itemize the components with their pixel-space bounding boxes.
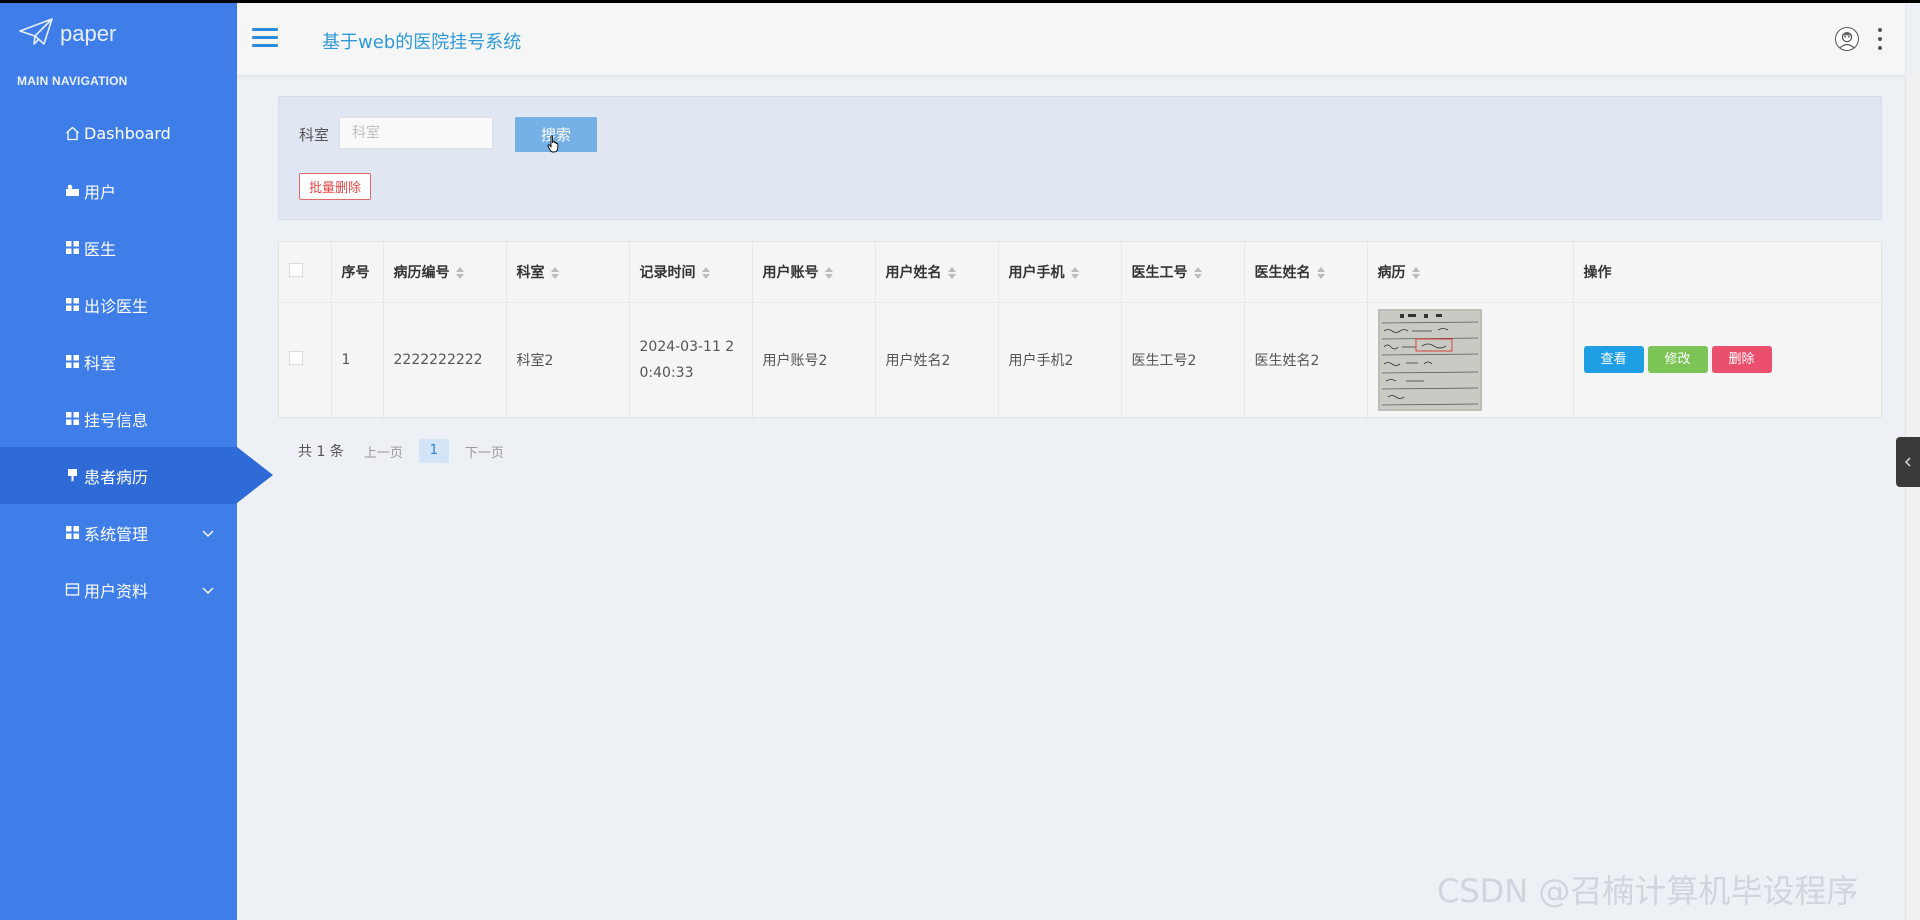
- sort-icon[interactable]: [947, 266, 956, 280]
- records-table: 序号 病历编号 科室 记录时间 用户账号 用户姓名 用户手机 医生工号 医生姓名…: [278, 241, 1882, 418]
- cell-actions: 查看 修改 删除: [1573, 302, 1881, 417]
- paper-plane-icon: [18, 17, 54, 51]
- batch-delete-button[interactable]: 批量删除: [299, 173, 372, 200]
- grid-icon: [65, 297, 80, 312]
- search-panel: 科室 搜索 批量删除: [278, 96, 1882, 220]
- cell-phone: 用户手机2: [998, 302, 1122, 417]
- column-header: 序号: [331, 242, 384, 303]
- menu-toggle-icon[interactable]: [252, 28, 278, 48]
- select-all-checkbox[interactable]: [289, 262, 303, 277]
- table-header-row: 序号 病历编号 科室 记录时间 用户账号 用户姓名 用户手机 医生工号 医生姓名…: [279, 242, 1881, 303]
- user-card-icon: [65, 183, 80, 198]
- sort-icon[interactable]: [550, 266, 559, 280]
- sort-icon[interactable]: [1070, 266, 1079, 280]
- grid-icon: [65, 411, 80, 426]
- row-checkbox[interactable]: [289, 350, 303, 365]
- edit-button[interactable]: 修改: [1647, 346, 1708, 374]
- prev-page-button[interactable]: 上一页: [364, 442, 403, 461]
- cell-index: 1: [331, 302, 384, 417]
- sidebar-item-label: 系统管理: [84, 524, 149, 544]
- department-label: 科室: [299, 126, 330, 144]
- pagination-total: 共 1 条: [298, 444, 344, 460]
- column-header-sortable[interactable]: 用户手机: [998, 242, 1122, 303]
- sidebar-item-user-profile[interactable]: 用户资料: [0, 561, 237, 618]
- nav-header: MAIN NAVIGATION: [17, 74, 128, 88]
- sidebar-item-label: 用户: [84, 182, 117, 202]
- sidebar-item-label: 用户资料: [84, 581, 149, 601]
- column-header-sortable[interactable]: 用户账号: [752, 242, 876, 303]
- sort-icon[interactable]: [824, 266, 833, 280]
- sidebar-item-visiting-doctors[interactable]: 出诊医生: [0, 276, 237, 333]
- watermark: CSDN @召楠计算机毕设程序: [1437, 872, 1859, 910]
- chevron-left-icon: [1903, 453, 1913, 472]
- sidebar-item-departments[interactable]: 科室: [0, 333, 237, 390]
- column-header-sortable[interactable]: 病历编号: [383, 242, 507, 303]
- column-header-sortable[interactable]: 医生姓名: [1244, 242, 1368, 303]
- cell-doctor-name: 医生姓名2: [1244, 302, 1368, 417]
- cell-user-name: 用户姓名2: [875, 302, 999, 417]
- form-icon: [65, 582, 80, 597]
- column-header-sortable[interactable]: 记录时间: [629, 242, 753, 303]
- department-search-input[interactable]: [339, 117, 493, 149]
- main-nav: Dashboard 用户 医生 出诊医生 科室 挂号信息 患者病历 系统管理 用…: [0, 105, 273, 618]
- sidebar-item-users[interactable]: 用户: [0, 162, 237, 219]
- avatar[interactable]: [1835, 27, 1859, 51]
- more-vertical-icon[interactable]: [1877, 28, 1883, 50]
- bookmark-icon: [65, 468, 80, 483]
- column-header: 操作: [1573, 242, 1881, 303]
- chevron-down-icon: [201, 582, 215, 596]
- hand-cursor-icon: [547, 135, 561, 153]
- page-title: 基于web的医院挂号系统: [322, 32, 522, 53]
- grid-icon: [65, 525, 80, 540]
- sidebar-item-label: Dashboard: [84, 124, 171, 143]
- home-icon: [65, 126, 80, 141]
- sidebar-item-label: 医生: [84, 239, 117, 259]
- brand-logo[interactable]: paper: [18, 17, 116, 51]
- table-row: 1 2222222222 科室2 2024-03-11 20:40:33 用户账…: [279, 302, 1881, 417]
- sidebar-item-dashboard[interactable]: Dashboard: [0, 105, 237, 162]
- sort-icon[interactable]: [1193, 266, 1202, 280]
- sidebar-item-doctors[interactable]: 医生: [0, 219, 237, 276]
- sidebar-item-medical-records[interactable]: 患者病历: [0, 447, 273, 504]
- sort-icon[interactable]: [1316, 266, 1325, 280]
- sort-icon[interactable]: [455, 266, 464, 280]
- sort-icon[interactable]: [1411, 266, 1420, 280]
- sidebar-item-system-management[interactable]: 系统管理: [0, 504, 237, 561]
- column-header-sortable[interactable]: 病历: [1367, 242, 1574, 303]
- column-header-sortable[interactable]: 用户姓名: [875, 242, 999, 303]
- sort-icon[interactable]: [701, 266, 710, 280]
- cell-medical-record-image: [1367, 302, 1574, 417]
- sidebar: paper MAIN NAVIGATION Dashboard 用户 医生 出诊…: [0, 3, 273, 920]
- sidebar-item-label: 科室: [84, 353, 117, 373]
- chevron-down-icon: [201, 525, 215, 539]
- pagination: 共 1 条 上一页 1 下一页: [298, 439, 504, 463]
- view-button[interactable]: 查看: [1583, 346, 1644, 374]
- column-header-sortable[interactable]: 医生工号: [1121, 242, 1245, 303]
- sidebar-item-label: 挂号信息: [84, 410, 149, 430]
- cell-record-time: 2024-03-11 20:40:33: [629, 302, 753, 417]
- panel-toggle-button[interactable]: [1896, 437, 1920, 487]
- sidebar-item-label: 出诊医生: [84, 296, 149, 316]
- scrollbar[interactable]: [1905, 75, 1920, 920]
- page-number-button[interactable]: 1: [418, 439, 449, 463]
- column-header-sortable[interactable]: 科室: [506, 242, 630, 303]
- grid-icon: [65, 240, 80, 255]
- grid-icon: [65, 354, 80, 369]
- cell-department: 科室2: [506, 302, 630, 417]
- cell-doctor-no: 医生工号2: [1121, 302, 1245, 417]
- brand-name: paper: [60, 21, 117, 46]
- next-page-button[interactable]: 下一页: [465, 442, 504, 461]
- top-header: 基于web的医院挂号系统: [237, 3, 1905, 75]
- cell-record-no: 2222222222: [383, 302, 507, 417]
- sidebar-item-label: 患者病历: [84, 467, 149, 487]
- delete-button[interactable]: 删除: [1711, 346, 1772, 374]
- sidebar-item-registration[interactable]: 挂号信息: [0, 390, 237, 447]
- medical-record-thumbnail[interactable]: [1377, 308, 1482, 411]
- row-select-cell: [279, 302, 332, 417]
- cell-account: 用户账号2: [752, 302, 876, 417]
- select-all-header: [279, 242, 332, 303]
